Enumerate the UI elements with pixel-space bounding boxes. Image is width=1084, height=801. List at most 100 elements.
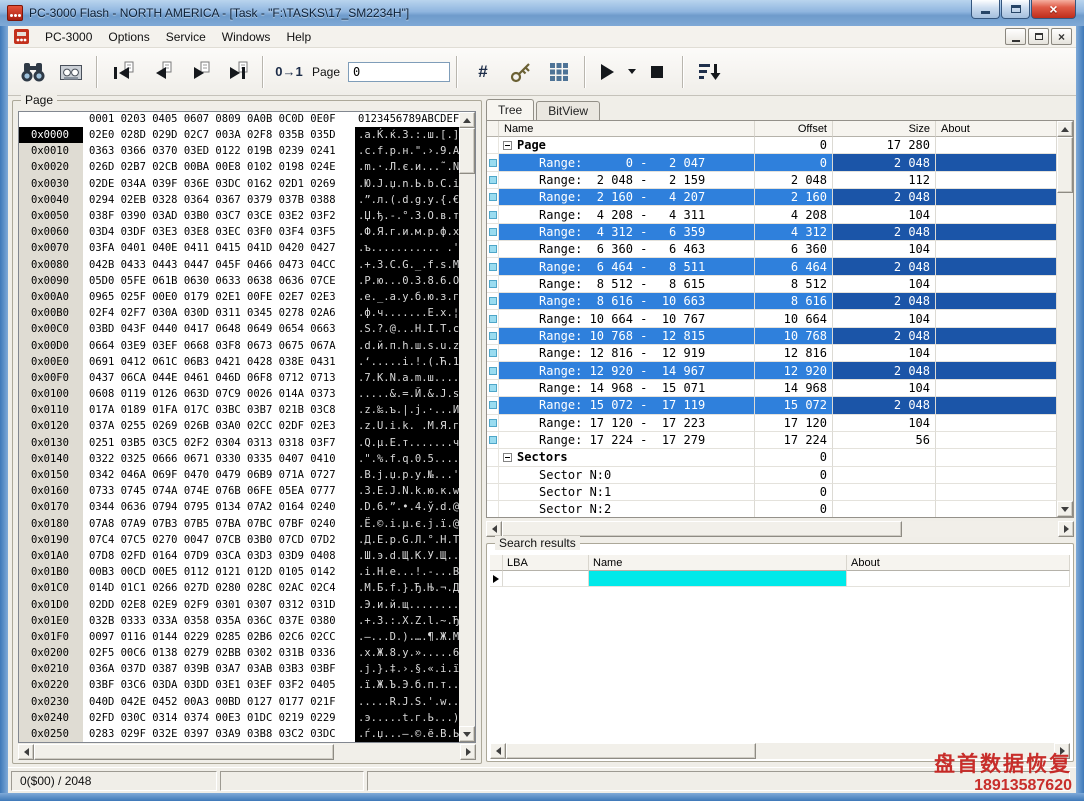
tree-cell-name[interactable]: Sector N:0 bbox=[499, 467, 755, 484]
hex-address[interactable]: 0x0090 bbox=[19, 273, 83, 289]
hex-bytes[interactable]: 00B3 00CD 00E5 0112 0121 012D 0105 0142 bbox=[83, 566, 355, 578]
tree-cell-about[interactable] bbox=[936, 154, 1057, 171]
hex-bytes[interactable]: 0965 025F 00E0 0179 02E1 00FE 02E7 02E3 bbox=[83, 291, 355, 303]
hex-ascii[interactable]: .Р.ю...0.3.8.6.О bbox=[355, 273, 459, 289]
tree-cell-about[interactable] bbox=[936, 241, 1057, 258]
hex-address[interactable]: 0x0160 bbox=[19, 483, 83, 499]
search-header-lba[interactable]: LBA bbox=[503, 555, 589, 571]
tree-cell-size[interactable] bbox=[833, 467, 936, 484]
tree-cell-size[interactable]: 56 bbox=[833, 432, 936, 449]
key-button[interactable] bbox=[502, 53, 540, 91]
hex-ascii[interactable]: .ф.ч.......E.x.¦ bbox=[355, 305, 459, 321]
tree-cell-offset[interactable]: 15 072 bbox=[755, 397, 833, 414]
hex-row[interactable]: 0x022003BF 03C6 03DA 03DD 03E1 03EF 03F2… bbox=[19, 677, 459, 693]
search-cell-name[interactable] bbox=[589, 571, 847, 587]
hex-ascii[interactable]: .Q.µ.Е.т.......ч bbox=[355, 435, 459, 451]
tree-cell-name[interactable]: Range: 10 768 - 12 815 bbox=[499, 328, 755, 345]
tree-cell-size[interactable] bbox=[833, 484, 936, 501]
tree-row[interactable]: Sector N:00 bbox=[487, 467, 1057, 484]
hex-ascii[interactable]: .Ш.э.d.Щ.К.У.Щ.. bbox=[355, 548, 459, 564]
first-page-button[interactable] bbox=[104, 53, 142, 91]
sort-button[interactable] bbox=[690, 53, 728, 91]
hex-row[interactable]: 0x01A007D8 02FD 0164 07D9 03CA 03D3 03D9… bbox=[19, 548, 459, 564]
hex-ascii[interactable]: .d.й.п.h.ш.s.u.z bbox=[355, 337, 459, 353]
tree-cell-offset[interactable]: 14 968 bbox=[755, 380, 833, 397]
hex-row[interactable]: 0x01E0032B 0333 033A 0358 035A 036C 037E… bbox=[19, 613, 459, 629]
invert-bits-button[interactable]: 0→1 bbox=[270, 53, 308, 91]
hex-ascii[interactable]: .D.6.”.•.4.ў.d.@ bbox=[355, 499, 459, 515]
tree-row[interactable]: Range: 6 464 - 8 5116 4642 048 bbox=[487, 258, 1057, 275]
tree-cell-about[interactable] bbox=[936, 380, 1057, 397]
hex-viewer[interactable]: 0001 0203 0405 0607 0809 0A0B 0C0D 0E0F … bbox=[18, 111, 476, 743]
tree-cell-offset[interactable]: 6 464 bbox=[755, 258, 833, 275]
tree-cell-size[interactable]: 104 bbox=[833, 345, 936, 362]
tree-cell-size[interactable]: 104 bbox=[833, 415, 936, 432]
hex-ascii[interactable]: .ъ........... .' bbox=[355, 240, 459, 256]
hex-address[interactable]: 0x00D0 bbox=[19, 337, 83, 353]
hex-ascii[interactable]: .e._.а.y.б.ю.з.г bbox=[355, 289, 459, 305]
hex-bytes[interactable]: 014D 01C1 0266 027D 0280 028C 02AC 02C4 bbox=[83, 582, 355, 594]
search-cell-lba[interactable] bbox=[503, 571, 589, 587]
tree-cell-about[interactable] bbox=[936, 189, 1057, 206]
hex-bytes[interactable]: 03D4 03DF 03E3 03E8 03EC 03F0 03F4 03F5 bbox=[83, 226, 355, 238]
hex-address[interactable]: 0x0210 bbox=[19, 661, 83, 677]
tree-cell-size[interactable]: 2 048 bbox=[833, 189, 936, 206]
minimize-button[interactable] bbox=[971, 0, 1000, 19]
hex-ascii[interactable]: .7.К.N.a.m.ш.... bbox=[355, 370, 459, 386]
hex-bytes[interactable]: 02E0 028D 029D 02C7 003A 02F8 035B 035D bbox=[83, 129, 355, 141]
hex-address[interactable]: 0x0020 bbox=[19, 159, 83, 175]
tree-cell-about[interactable] bbox=[936, 206, 1057, 223]
hex-bytes[interactable]: 0608 0119 0126 063D 07C9 0026 014A 0373 bbox=[83, 388, 355, 400]
menu-options[interactable]: Options bbox=[100, 28, 157, 46]
hex-ascii[interactable]: .і.Н.е...!.-...B bbox=[355, 564, 459, 580]
hex-row[interactable]: 0x0120037A 0255 0269 026B 03A0 02CC 02DF… bbox=[19, 418, 459, 434]
hex-bytes[interactable]: 03BF 03C6 03DA 03DD 03E1 03EF 03F2 0405 bbox=[83, 679, 355, 691]
hex-address[interactable]: 0x0110 bbox=[19, 402, 83, 418]
close-button[interactable]: × bbox=[1031, 0, 1076, 19]
tree-cell-size[interactable]: 112 bbox=[833, 172, 936, 189]
tree-row[interactable]: Range: 2 160 - 4 2072 1602 048 bbox=[487, 189, 1057, 206]
hex-row[interactable]: 0x01D002DD 02E8 02E9 02F9 0301 0307 0312… bbox=[19, 596, 459, 612]
hex-address[interactable]: 0x0190 bbox=[19, 532, 83, 548]
tree-cell-name[interactable]: Range: 4 208 - 4 311 bbox=[499, 206, 755, 223]
tree-cell-size[interactable]: 2 048 bbox=[833, 224, 936, 241]
hex-row[interactable]: 0x003002DE 034A 039F 036E 03DC 0162 02D1… bbox=[19, 176, 459, 192]
next-page-button[interactable] bbox=[180, 53, 218, 91]
hex-ascii[interactable]: .х.Ж.8.y.».....6 bbox=[355, 645, 459, 661]
tree-cell-name[interactable]: Range: 0 - 2 047 bbox=[499, 154, 755, 171]
hex-address[interactable]: 0x0140 bbox=[19, 451, 83, 467]
hex-address[interactable]: 0x01B0 bbox=[19, 564, 83, 580]
hex-row[interactable]: 0x01300251 03B5 03C5 02F2 0304 0313 0318… bbox=[19, 435, 459, 451]
tree-cell-size[interactable]: 104 bbox=[833, 380, 936, 397]
hex-ascii[interactable]: .z.U.i.k. .М.Я.г bbox=[355, 418, 459, 434]
hex-ascii[interactable]: .ї.Ж.Ъ.Э.б.п.т.. bbox=[355, 677, 459, 693]
scroll-left-button[interactable] bbox=[486, 521, 502, 537]
tree-row[interactable]: Sector N:20 bbox=[487, 501, 1057, 518]
tree-row[interactable]: Range: 14 968 - 15 07114 968104 bbox=[487, 380, 1057, 397]
hex-row[interactable]: 0x01F00097 0116 0144 0229 0285 02B6 02C6… bbox=[19, 629, 459, 645]
hex-address[interactable]: 0x0120 bbox=[19, 418, 83, 434]
goto-sector-button[interactable]: # bbox=[464, 53, 502, 91]
hex-address[interactable]: 0x0150 bbox=[19, 467, 83, 483]
hex-bytes[interactable]: 032B 0333 033A 0358 035A 036C 037E 0380 bbox=[83, 615, 355, 627]
hex-ascii[interactable]: .Ф.Я.г.и.м.р.ф.х bbox=[355, 224, 459, 240]
hex-address[interactable]: 0x0240 bbox=[19, 710, 83, 726]
scroll-up-button[interactable] bbox=[1057, 121, 1073, 137]
hex-address[interactable]: 0x01A0 bbox=[19, 548, 83, 564]
tree-cell-offset[interactable]: 4 312 bbox=[755, 224, 833, 241]
tree-cell-about[interactable] bbox=[936, 449, 1057, 466]
hex-address[interactable]: 0x0230 bbox=[19, 694, 83, 710]
hex-ascii[interactable]: .э.....t.г.Ь...) bbox=[355, 710, 459, 726]
hex-bytes[interactable]: 0733 0745 074A 074E 076B 06FE 05EA 0777 bbox=[83, 485, 355, 497]
hex-bytes[interactable]: 03FA 0401 040E 0411 0415 041D 0420 0427 bbox=[83, 242, 355, 254]
hex-row[interactable]: 0x01000608 0119 0126 063D 07C9 0026 014A… bbox=[19, 386, 459, 402]
hex-ascii[interactable]: .Ю.J.џ.n.Ь.b.С.i bbox=[355, 176, 459, 192]
hex-bytes[interactable]: 0322 0325 0666 0671 0330 0335 0407 0410 bbox=[83, 453, 355, 465]
tree-cell-about[interactable] bbox=[936, 172, 1057, 189]
hex-address[interactable]: 0x01C0 bbox=[19, 580, 83, 596]
hex-address[interactable]: 0x0250 bbox=[19, 726, 83, 742]
tree-cell-about[interactable] bbox=[936, 224, 1057, 241]
tree-cell-offset[interactable]: 4 208 bbox=[755, 206, 833, 223]
hex-row[interactable]: 0x007003FA 0401 040E 0411 0415 041D 0420… bbox=[19, 240, 459, 256]
tree-cell-name[interactable]: Range: 15 072 - 17 119 bbox=[499, 397, 755, 414]
